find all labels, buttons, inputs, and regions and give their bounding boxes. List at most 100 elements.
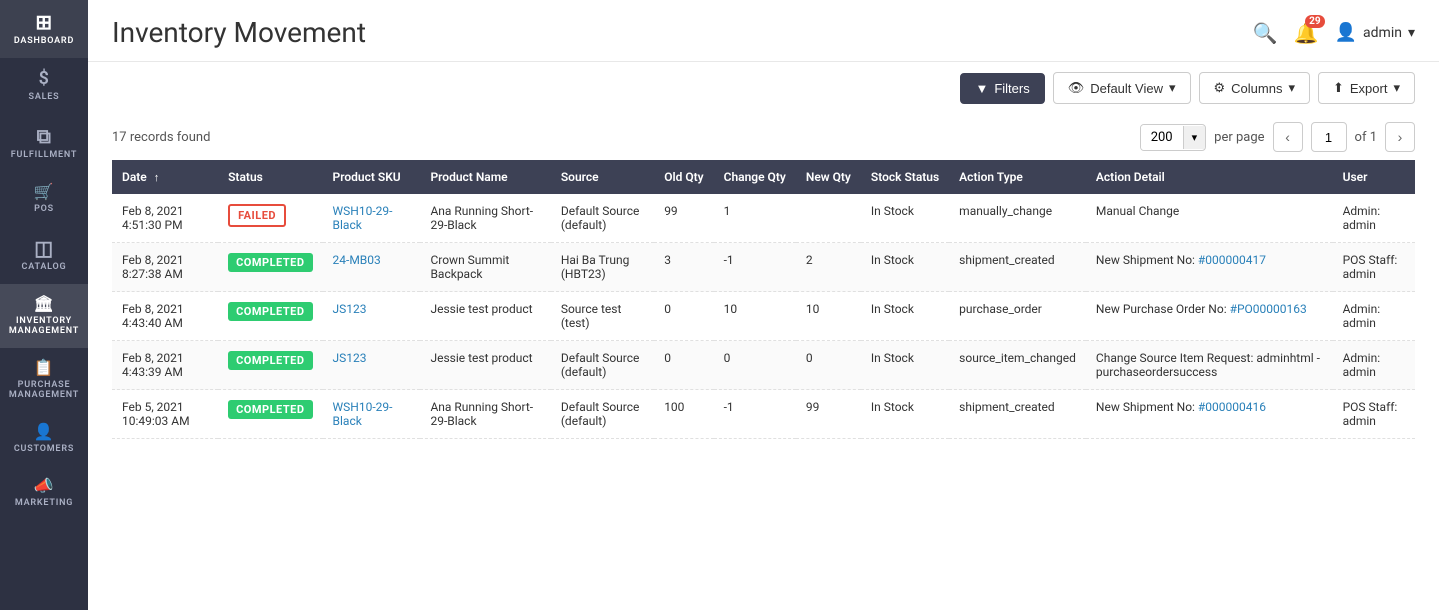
- sales-icon: $: [39, 70, 50, 88]
- cell-source: Hai Ba Trung (HBT23): [551, 243, 654, 292]
- cell-old-qty: 99: [654, 194, 713, 243]
- col-date[interactable]: Date ↑: [112, 160, 218, 194]
- marketing-icon: 📣: [34, 478, 54, 494]
- cell-stock-status: In Stock: [861, 194, 949, 243]
- admin-label: admin: [1363, 25, 1402, 41]
- main-content: Inventory Movement 🔍 🔔 29 👤 admin ▾ ▼ Fi…: [88, 0, 1439, 610]
- cell-old-qty: 0: [654, 341, 713, 390]
- status-badge: COMPLETED: [228, 351, 312, 370]
- cell-action-detail: New Purchase Order No: #PO00000163: [1086, 292, 1333, 341]
- cell-product-name: Jessie test product: [420, 292, 550, 341]
- cell-product-name: Ana Running Short-29-Black: [420, 390, 550, 439]
- previous-page-button[interactable]: ‹: [1273, 122, 1303, 152]
- notification-button[interactable]: 🔔 29: [1294, 21, 1319, 45]
- cell-status: FAILED: [218, 194, 322, 243]
- cell-date: Feb 8, 2021 4:51:30 PM: [112, 194, 218, 243]
- sidebar-item-fulfillment[interactable]: ⧉ FULFILLMENT: [0, 114, 88, 172]
- sidebar-item-customers[interactable]: 👤 CUSTOMERS: [0, 412, 88, 466]
- eye-icon: 👁: [1068, 80, 1085, 96]
- sidebar-item-dashboard[interactable]: ⊞ DASHBOARD: [0, 0, 88, 58]
- col-action-detail: Action Detail: [1086, 160, 1333, 194]
- action-detail-link[interactable]: #PO00000163: [1230, 302, 1307, 316]
- page-header: Inventory Movement 🔍 🔔 29 👤 admin ▾: [88, 0, 1439, 62]
- cell-product-name: Crown Summit Backpack: [420, 243, 550, 292]
- col-sku: Product SKU: [323, 160, 421, 194]
- filters-button[interactable]: ▼ Filters: [960, 73, 1044, 104]
- cell-action-type: purchase_order: [949, 292, 1086, 341]
- page-title: Inventory Movement: [112, 16, 366, 49]
- table-container: Date ↑ Status Product SKU Product Name S…: [88, 160, 1439, 610]
- cell-user: Admin: admin: [1333, 292, 1415, 341]
- dashboard-icon: ⊞: [35, 12, 52, 32]
- cell-action-type: source_item_changed: [949, 341, 1086, 390]
- col-status: Status: [218, 160, 322, 194]
- sidebar-item-marketing[interactable]: 📣 MARKETING: [0, 466, 88, 520]
- cell-change-qty: 0: [714, 341, 796, 390]
- sidebar-item-label: SALES: [29, 92, 60, 102]
- cell-change-qty: -1: [714, 243, 796, 292]
- sku-link[interactable]: WSH10-29-Black: [333, 400, 393, 428]
- cell-user: POS Staff: admin: [1333, 243, 1415, 292]
- cell-old-qty: 100: [654, 390, 713, 439]
- sku-link[interactable]: 24-MB03: [333, 253, 381, 267]
- chevron-down-icon: ▾: [1288, 80, 1295, 96]
- col-old-qty: Old Qty: [654, 160, 713, 194]
- pagination-controls: 200 ▾ per page ‹ of 1 ›: [1140, 122, 1415, 152]
- fulfillment-icon: ⧉: [37, 126, 52, 146]
- export-label: Export: [1350, 81, 1388, 96]
- status-badge: COMPLETED: [228, 400, 312, 419]
- filters-label: Filters: [994, 81, 1029, 96]
- sidebar-item-purchase[interactable]: 📋 PURCHASE MANAGEMENT: [0, 348, 88, 412]
- cell-new-qty: 2: [796, 243, 861, 292]
- records-bar: 17 records found 200 ▾ per page ‹ of 1 ›: [88, 114, 1439, 160]
- cell-new-qty: 99: [796, 390, 861, 439]
- sidebar-item-label: MARKETING: [15, 498, 73, 508]
- cell-product-name: Jessie test product: [420, 341, 550, 390]
- per-page-select[interactable]: 200 ▾: [1140, 124, 1206, 151]
- page-number-input[interactable]: [1311, 122, 1347, 152]
- cell-product-name: Ana Running Short-29-Black: [420, 194, 550, 243]
- col-stock-status: Stock Status: [861, 160, 949, 194]
- per-page-label: per page: [1214, 130, 1264, 145]
- catalog-icon: ◫: [34, 238, 53, 258]
- col-action-type: Action Type: [949, 160, 1086, 194]
- chevron-down-icon: ▾: [1169, 80, 1176, 96]
- next-page-button[interactable]: ›: [1385, 122, 1415, 152]
- sidebar-item-label: CUSTOMERS: [14, 444, 74, 454]
- export-button[interactable]: ⬆ Export ▾: [1318, 72, 1415, 104]
- sku-link[interactable]: WSH10-29-Black: [333, 204, 393, 232]
- cell-date: Feb 8, 2021 4:43:39 AM: [112, 341, 218, 390]
- sku-link[interactable]: JS123: [333, 302, 367, 316]
- cell-sku: JS123: [323, 341, 421, 390]
- admin-avatar-icon: 👤: [1335, 22, 1357, 43]
- sidebar-item-sales[interactable]: $ SALES: [0, 58, 88, 114]
- action-detail-text: Change Source Item Request: adminhtml - …: [1096, 351, 1320, 379]
- per-page-dropdown-icon[interactable]: ▾: [1183, 126, 1206, 149]
- cell-stock-status: In Stock: [861, 390, 949, 439]
- cell-new-qty: [796, 194, 861, 243]
- cell-action-detail: Manual Change: [1086, 194, 1333, 243]
- sku-link[interactable]: JS123: [333, 351, 367, 365]
- cell-action-detail: New Shipment No: #000000416: [1086, 390, 1333, 439]
- columns-button[interactable]: ⚙ Columns ▾: [1199, 72, 1310, 104]
- table-row: Feb 5, 2021 10:49:03 AM COMPLETED WSH10-…: [112, 390, 1415, 439]
- sidebar-item-pos[interactable]: 🛒 POS: [0, 172, 88, 226]
- default-view-button[interactable]: 👁 Default View ▾: [1053, 72, 1191, 104]
- cell-new-qty: 0: [796, 341, 861, 390]
- per-page-value: 200: [1141, 125, 1183, 150]
- cell-action-type: shipment_created: [949, 243, 1086, 292]
- cell-sku: JS123: [323, 292, 421, 341]
- customers-icon: 👤: [34, 424, 54, 440]
- col-product-name: Product Name: [420, 160, 550, 194]
- admin-menu[interactable]: 👤 admin ▾: [1335, 22, 1415, 43]
- action-detail-link[interactable]: #000000416: [1198, 400, 1266, 414]
- cell-date: Feb 5, 2021 10:49:03 AM: [112, 390, 218, 439]
- chevron-down-icon: ▾: [1408, 25, 1415, 41]
- export-icon: ⬆: [1333, 80, 1344, 96]
- sidebar-item-catalog[interactable]: ◫ CATALOG: [0, 226, 88, 284]
- search-button[interactable]: 🔍: [1253, 21, 1278, 45]
- cell-sku: WSH10-29-Black: [323, 390, 421, 439]
- sidebar-item-inventory[interactable]: 🏛 INVENTORY MANAGEMENT: [0, 284, 88, 348]
- col-change-qty: Change Qty: [714, 160, 796, 194]
- action-detail-link[interactable]: #000000417: [1198, 253, 1266, 267]
